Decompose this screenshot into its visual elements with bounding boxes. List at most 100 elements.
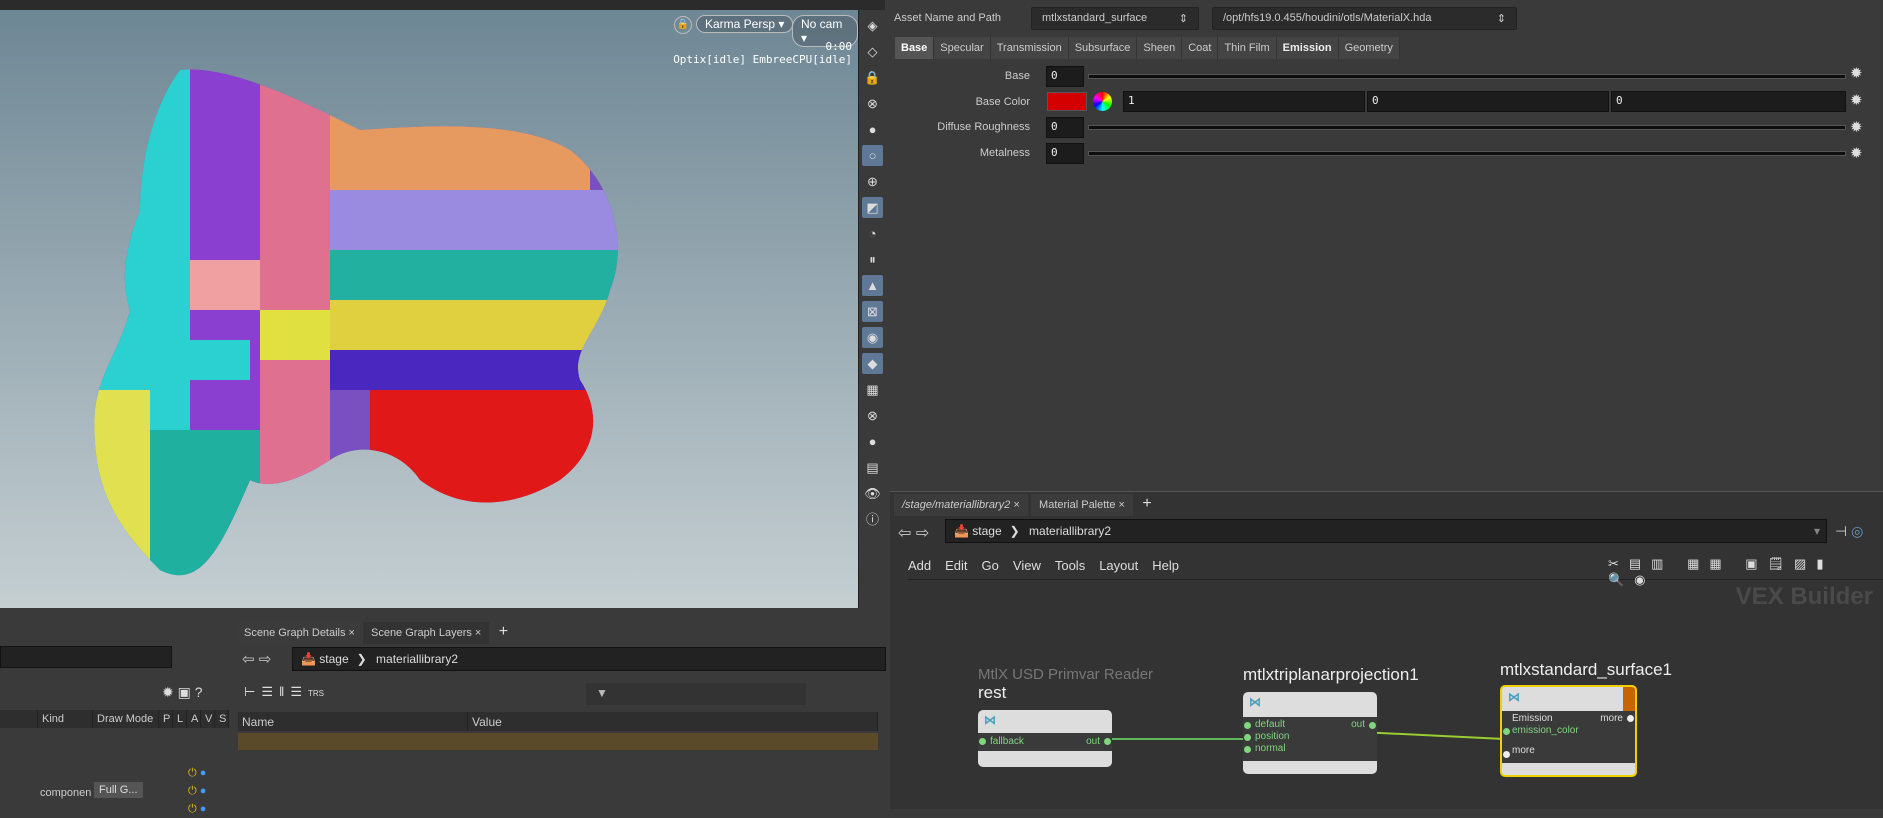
tab-thin-film[interactable]: Thin Film xyxy=(1218,37,1277,59)
base-color-g[interactable]: 0 xyxy=(1367,91,1609,112)
filter-icon: ▼ xyxy=(596,686,608,700)
row-kind: componen xyxy=(40,787,92,799)
node-type-label: MtlX USD Primvar Reader xyxy=(978,666,1154,683)
base-color-b[interactable]: 0 xyxy=(1611,91,1846,112)
primitives-icon[interactable]: ▲ xyxy=(862,275,883,296)
base-slider[interactable] xyxy=(1088,74,1846,79)
base-label: Base xyxy=(1004,70,1030,82)
tab-transmission[interactable]: Transmission xyxy=(990,37,1069,59)
snap-icon[interactable]: ⊠ xyxy=(862,301,883,322)
tree-path-bar[interactable] xyxy=(0,646,172,668)
sphere-icon[interactable]: ● xyxy=(862,431,883,452)
col-name[interactable]: Name xyxy=(238,712,468,731)
col-s[interactable]: S xyxy=(215,710,229,728)
tab-geometry[interactable]: Geometry xyxy=(1338,37,1400,59)
col-p[interactable]: P xyxy=(159,710,173,728)
tree-header: Kind Draw Mode P L A V S xyxy=(0,710,232,728)
pause-icon[interactable]: ⏸ xyxy=(862,249,883,270)
tree-options-icons[interactable]: ✹ ▣ ? xyxy=(162,684,203,701)
shadow-icon[interactable]: ● xyxy=(862,119,883,140)
node-name: mtlxstandard_surface1 xyxy=(1500,660,1672,679)
light-off-icon[interactable]: ⊗ xyxy=(862,93,883,114)
textured-geometry xyxy=(94,69,618,576)
asset-path-field[interactable]: /opt/hfs19.0.455/houdini/otls/MaterialX.… xyxy=(1212,7,1517,30)
base-color-r[interactable]: 1 xyxy=(1123,91,1365,112)
metalness-field[interactable]: 0 xyxy=(1046,143,1084,164)
gear-icon[interactable]: ✹ xyxy=(1850,144,1863,162)
asset-name: mtlxstandard_surface xyxy=(1042,12,1148,24)
lock-icon[interactable]: 🔒 xyxy=(674,16,692,34)
metalness-label: Metalness xyxy=(979,147,1030,159)
camera-icon[interactable]: ◉ xyxy=(862,327,883,348)
color-wheel-icon[interactable] xyxy=(1093,92,1112,111)
port-label: position xyxy=(1255,731,1290,742)
col-v[interactable]: V xyxy=(201,710,215,728)
tab-sheen[interactable]: Sheen xyxy=(1137,37,1183,59)
diffuse-roughness-field[interactable]: 0 xyxy=(1046,117,1084,138)
tab-scene-graph-layers[interactable]: Scene Graph Layers × xyxy=(362,622,490,644)
selection-icon[interactable]: ◇ xyxy=(862,41,883,62)
viewport[interactable]: 🔒 Karma Persp ▾ No cam ▾ 0:00 Optix[idle… xyxy=(0,10,858,608)
eye-icon[interactable]: 👁 xyxy=(862,483,883,504)
renderer-label: Karma Persp xyxy=(705,17,776,31)
gear-icon[interactable]: ✹ xyxy=(1850,118,1863,136)
activation-icons[interactable]: ⏻ ● ⏻ ● ⏻ ● xyxy=(188,764,206,818)
details-path-bar[interactable]: 📥 stage ❯ materiallibrary2 xyxy=(292,647,886,671)
gear-icon[interactable]: ✹ xyxy=(1850,64,1863,82)
node-triplanar[interactable]: ⋈ default position normal out xyxy=(1243,692,1377,774)
port-label: default xyxy=(1255,719,1286,730)
port-label: out xyxy=(1086,736,1100,747)
details-tabs: Scene Graph Details × Scene Graph Layers … xyxy=(236,622,508,644)
renderer-menu[interactable]: Karma Persp ▾ xyxy=(696,15,794,33)
scene-graph-tree: ✹ ▣ ? Kind Draw Mode P L A V S componen … xyxy=(0,622,232,815)
details-toolbar-icons[interactable]: ⊢☰‖☰TRS xyxy=(244,684,324,700)
port-label: out xyxy=(1351,719,1365,730)
tab-scene-graph-details[interactable]: Scene Graph Details × xyxy=(236,622,363,644)
node-standard-surface[interactable]: ⋈ Emission emission_color more more xyxy=(1500,685,1637,777)
col-kind[interactable]: Kind xyxy=(38,710,93,728)
selected-row[interactable] xyxy=(238,733,878,750)
tab-emission[interactable]: Emission xyxy=(1276,37,1339,59)
details-header: Name Value xyxy=(238,712,878,731)
network-pane: /stage/materiallibrary2 × Material Palet… xyxy=(890,485,1883,809)
light-off-2-icon[interactable]: ⊗ xyxy=(862,405,883,426)
base-color-swatch[interactable] xyxy=(1047,92,1087,111)
camera-label: No cam xyxy=(801,17,843,31)
col-draw-mode[interactable]: Draw Mode xyxy=(93,710,159,728)
filter-field[interactable]: ▼ xyxy=(586,683,806,705)
node-rest[interactable]: ⋈ fallback out xyxy=(978,710,1112,767)
base-field[interactable]: 0 xyxy=(1046,66,1084,87)
info-icon[interactable]: ⓘ xyxy=(862,509,883,530)
render-time: 0:00 xyxy=(825,40,853,53)
path-stage[interactable]: 📥 stage xyxy=(293,648,357,670)
base-color-label: Base Color xyxy=(975,96,1030,108)
shading-icon[interactable]: ◩ xyxy=(862,197,883,218)
col-l[interactable]: L xyxy=(173,710,187,728)
port-label: fallback xyxy=(990,736,1024,747)
headlight-icon[interactable]: ○ xyxy=(862,145,883,166)
display-options-icon[interactable]: ◈ xyxy=(862,15,883,36)
background-icon[interactable]: ▦ xyxy=(862,379,883,400)
tab-subsurface[interactable]: Subsurface xyxy=(1068,37,1138,59)
node-name: mtlxtriplanarprojection1 xyxy=(1243,665,1419,684)
gear-icon[interactable]: ✹ xyxy=(1850,91,1863,109)
tab-coat[interactable]: Coat xyxy=(1182,37,1219,59)
asset-name-field[interactable]: mtlxstandard_surface ⇕ xyxy=(1031,7,1199,30)
materialx-icon: ⋈ xyxy=(1249,695,1261,709)
flipbook-icon[interactable]: ▤ xyxy=(862,457,883,478)
row-draw-mode[interactable]: Full G... xyxy=(94,782,143,798)
path-stage-label: stage xyxy=(319,652,349,666)
tab-base[interactable]: Base xyxy=(895,37,935,59)
add-tab-icon[interactable]: + xyxy=(499,623,508,640)
light-icon[interactable]: ⊕ xyxy=(862,171,883,192)
back-forward-icon[interactable]: ⇦ ⇨ xyxy=(242,650,271,668)
col-a[interactable]: A xyxy=(187,710,201,728)
diffuse-roughness-slider[interactable] xyxy=(1088,125,1846,130)
metalness-slider[interactable] xyxy=(1088,151,1846,156)
lock-camera-icon[interactable]: 🔒 xyxy=(862,67,883,88)
tab-specular[interactable]: Specular xyxy=(934,37,991,59)
path-materiallibrary[interactable]: materiallibrary2 xyxy=(370,648,464,670)
col-value[interactable]: Value xyxy=(468,712,878,731)
visibility-icon[interactable]: ◔ xyxy=(862,223,883,244)
display-flag-icon[interactable]: ◆ xyxy=(862,353,883,374)
